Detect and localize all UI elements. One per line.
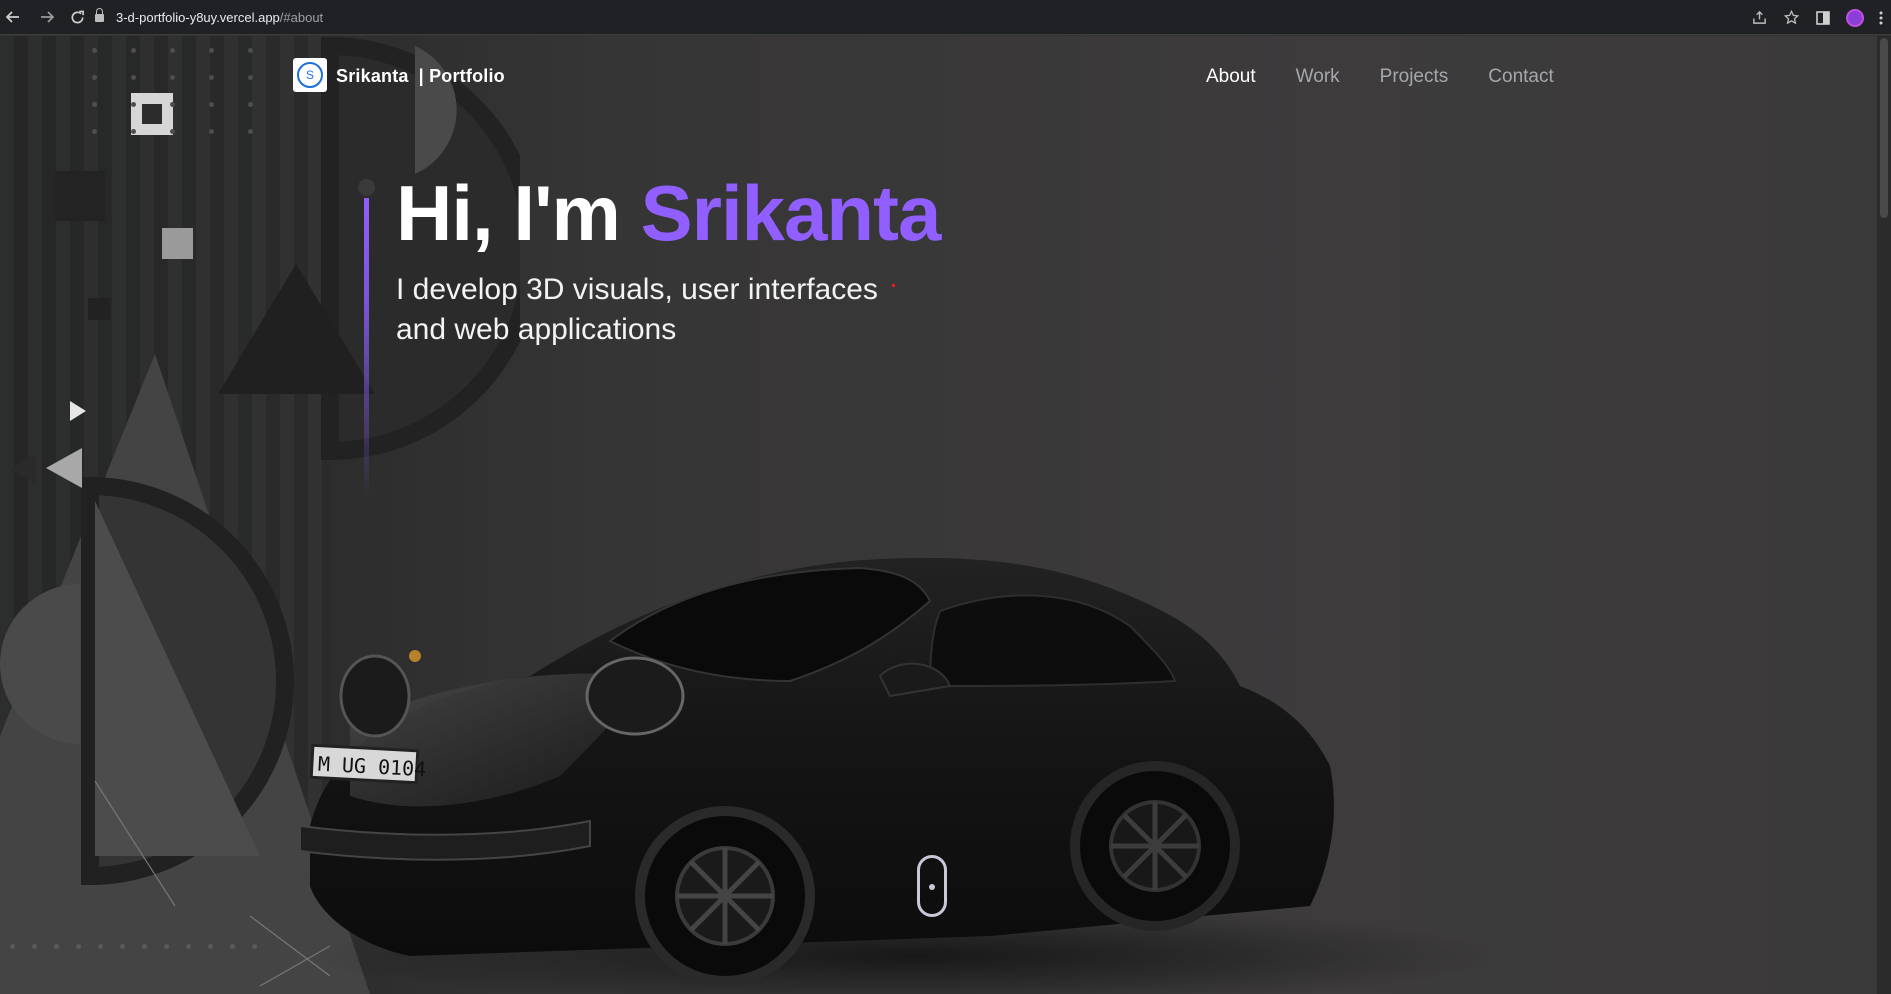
hero-accent-dot bbox=[358, 179, 375, 196]
star-icon bbox=[1783, 10, 1799, 25]
brand-name[interactable]: Srikanta | Portfolio bbox=[336, 66, 505, 87]
hero-accent-line bbox=[364, 198, 369, 498]
url-text: 3-d-portfolio-y8uy.vercel.app/#about bbox=[116, 10, 323, 25]
page-viewport: S Srikanta | Portfolio About Work Project… bbox=[0, 36, 1891, 994]
car-3d-model[interactable]: M UG 0104 bbox=[290, 516, 1490, 994]
scrollbar-thumb[interactable] bbox=[1880, 38, 1888, 218]
forward-button[interactable] bbox=[34, 4, 60, 30]
nav-contact[interactable]: Contact bbox=[1488, 66, 1553, 88]
nav-about[interactable]: About bbox=[1206, 66, 1256, 88]
page-scrollbar[interactable] bbox=[1877, 36, 1891, 994]
browser-toolbar: 3-d-portfolio-y8uy.vercel.app/#about bbox=[0, 0, 1891, 35]
share-icon bbox=[1752, 10, 1766, 24]
extension-icon bbox=[1846, 8, 1864, 27]
browser-actions bbox=[1743, 0, 1891, 35]
scroll-indicator[interactable] bbox=[917, 855, 947, 917]
back-button[interactable] bbox=[0, 4, 26, 30]
menu-button[interactable] bbox=[1871, 5, 1891, 31]
hero-name: Srikanta bbox=[640, 169, 942, 257]
url-path: /#about bbox=[279, 10, 324, 25]
cursor-dot bbox=[892, 284, 895, 287]
arrow-right-icon bbox=[41, 11, 54, 23]
hero-title: Hi, I'm Srikanta bbox=[396, 168, 942, 259]
reload-icon bbox=[71, 10, 84, 23]
brand-suffix: | Portfolio bbox=[418, 66, 505, 86]
logo-mark: S bbox=[297, 62, 323, 88]
hero-greeting: Hi, I'm bbox=[396, 169, 641, 257]
nav-work[interactable]: Work bbox=[1296, 66, 1340, 88]
dot-row bbox=[10, 944, 257, 949]
url-host: 3-d-portfolio-y8uy.vercel.app bbox=[116, 10, 280, 25]
logo[interactable]: S bbox=[293, 58, 327, 92]
hero-subtitle: I develop 3D visuals, user interfaces an… bbox=[396, 273, 878, 346]
extension-button[interactable] bbox=[1839, 5, 1871, 31]
side-panel-icon bbox=[1816, 10, 1830, 25]
arrow-left-icon bbox=[6, 11, 19, 23]
address-bar[interactable]: 3-d-portfolio-y8uy.vercel.app/#about bbox=[95, 6, 323, 29]
share-button[interactable] bbox=[1743, 5, 1775, 31]
side-panel-button[interactable] bbox=[1807, 5, 1839, 31]
nav-projects[interactable]: Projects bbox=[1380, 66, 1449, 88]
lock-icon bbox=[95, 7, 104, 23]
reload-button[interactable] bbox=[64, 4, 90, 30]
dot-grid bbox=[92, 48, 287, 156]
bookmark-button[interactable] bbox=[1775, 5, 1807, 31]
brand-title: Srikanta bbox=[336, 66, 409, 86]
kebab-menu-icon bbox=[1879, 11, 1883, 24]
main-nav: About Work Projects Contact bbox=[1206, 66, 1554, 88]
